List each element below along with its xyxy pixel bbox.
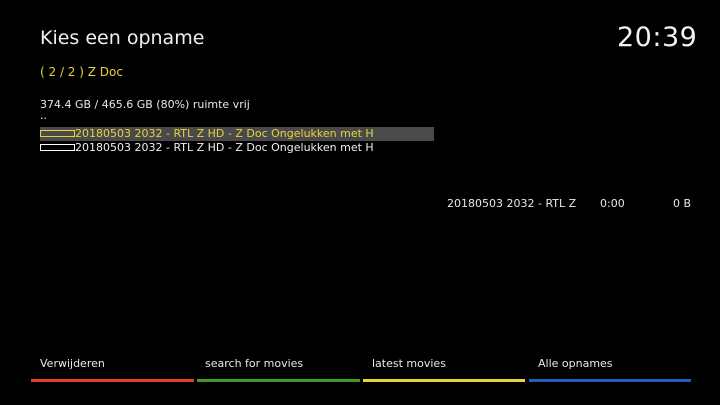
blue-button-all-recordings[interactable]: Alle opnames xyxy=(538,357,613,370)
yellow-key-indicator xyxy=(363,379,525,382)
info-duration: 0:00 xyxy=(600,197,625,210)
green-button-search-movies[interactable]: search for movies xyxy=(205,357,303,370)
green-key-indicator xyxy=(197,379,360,382)
blue-key-indicator xyxy=(529,379,691,382)
parent-directory-item[interactable]: .. xyxy=(40,110,47,122)
recording-label: 20180503 2032 - RTL Z HD - Z Doc Ongeluk… xyxy=(75,141,374,154)
page-title: Kies een opname xyxy=(40,27,205,49)
breadcrumb: ( 2 / 2 ) Z Doc xyxy=(40,65,123,79)
recording-list-item[interactable]: 20180503 2032 - RTL Z HD - Z Doc Ongeluk… xyxy=(40,141,434,155)
clock: 20:39 xyxy=(617,22,698,53)
disk-space-status: 374.4 GB / 465.6 GB (80%) ruimte vrij xyxy=(40,98,250,111)
recording-label: 20180503 2032 - RTL Z HD - Z Doc Ongeluk… xyxy=(75,127,374,140)
recording-list-item[interactable]: 20180503 2032 - RTL Z HD - Z Doc Ongeluk… xyxy=(40,127,434,141)
progress-bar-icon xyxy=(40,129,75,137)
red-key-indicator xyxy=(31,379,194,382)
progress-bar-icon xyxy=(40,143,75,151)
yellow-button-latest-movies[interactable]: latest movies xyxy=(372,357,446,370)
info-file-size: 0 B xyxy=(673,197,692,210)
red-button-delete[interactable]: Verwijderen xyxy=(40,357,105,370)
info-recording-name: 20180503 2032 - RTL Z xyxy=(447,197,577,210)
